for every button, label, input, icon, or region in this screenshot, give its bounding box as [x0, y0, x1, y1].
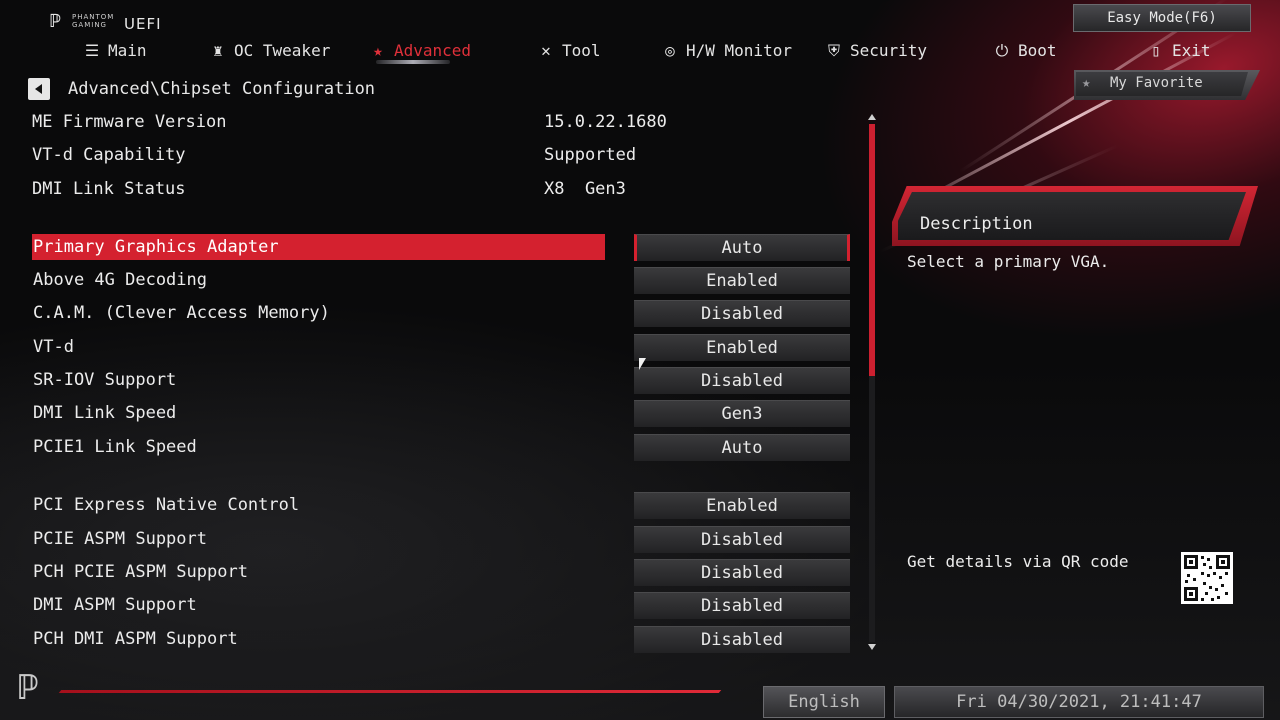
tab-tool-label: Tool — [562, 41, 601, 60]
tab-hw-monitor-label: H/W Monitor — [686, 41, 792, 60]
info-value: X8 Gen3 — [544, 179, 626, 199]
setting-row-pci-express-native-control[interactable]: PCI Express Native Control Enabled — [32, 492, 852, 520]
setting-label: C.A.M. (Clever Access Memory) — [33, 303, 330, 323]
setting-label: DMI Link Speed — [33, 403, 177, 423]
qr-code — [1181, 552, 1233, 604]
back-arrow-icon[interactable] — [28, 78, 50, 100]
footer-accent-line — [58, 690, 722, 693]
tab-tool[interactable]: ✕ Tool — [536, 38, 601, 64]
power-icon: ⏻ — [995, 41, 1009, 60]
tab-main[interactable]: ☰ Main — [82, 38, 147, 64]
logo-uefi: UEFI — [124, 15, 162, 33]
brand-logo: ℙ PHANTOM GAMING UEFI — [50, 10, 162, 34]
setting-value-dropdown[interactable]: Gen3 — [634, 400, 850, 427]
main-nav: ☰ Main ♜ OC Tweaker ★ Advanced ✕ Tool ◎ H/W M… — [0, 36, 1280, 66]
shield-icon: ⛨ — [827, 41, 840, 60]
setting-row-vt-d[interactable]: VT-d Enabled — [32, 334, 852, 362]
setting-label: VT-d — [33, 337, 74, 357]
logo-line-1: PHANTOM — [72, 13, 115, 21]
qr-code-icon — [1181, 552, 1233, 604]
setting-value-dropdown[interactable]: Disabled — [634, 626, 850, 653]
my-favorite-button[interactable]: ★ My Favorite — [1074, 70, 1260, 100]
setting-label: DMI ASPM Support — [33, 595, 197, 615]
setting-row-primary-graphics-adapter[interactable]: Primary Graphics Adapter Auto — [32, 234, 852, 262]
setting-value-dropdown[interactable]: Disabled — [634, 300, 850, 327]
tab-exit-label: Exit — [1172, 41, 1211, 60]
qr-caption: Get details via QR code — [907, 552, 1129, 571]
setting-row-above-4g-decoding[interactable]: Above 4G Decoding Enabled — [32, 267, 852, 295]
active-tab-indicator — [376, 60, 450, 64]
scroll-down-arrow-icon[interactable] — [868, 644, 876, 650]
rocket-icon: ♜ — [213, 41, 223, 60]
setting-value-dropdown[interactable]: Auto — [634, 434, 850, 461]
description-title: Description — [920, 214, 1033, 234]
easy-mode-button[interactable]: Easy Mode(F6) — [1073, 4, 1251, 32]
monitor-icon: ◎ — [665, 41, 675, 60]
info-label: DMI Link Status — [32, 179, 186, 199]
date-time-display: Fri 04/30/2021, 21:41:47 — [894, 686, 1264, 718]
my-favorite-label: My Favorite — [1110, 75, 1203, 91]
description-text: Select a primary VGA. — [907, 252, 1110, 271]
info-label: ME Firmware Version — [32, 112, 227, 132]
mouse-cursor-icon — [639, 358, 646, 370]
tab-main-label: Main — [108, 41, 147, 60]
setting-label: Primary Graphics Adapter — [32, 234, 605, 260]
info-value: 15.0.22.1680 — [544, 112, 667, 132]
favorite-star-icon: ★ — [1082, 75, 1091, 91]
setting-row-dmi-link-speed[interactable]: DMI Link Speed Gen3 — [32, 400, 852, 428]
setting-label: SR-IOV Support — [33, 370, 177, 390]
setting-row-dmi-aspm-support[interactable]: DMI ASPM Support Disabled — [32, 592, 852, 620]
tab-security[interactable]: ⛨ Security — [824, 38, 927, 64]
setting-label: PCH DMI ASPM Support — [33, 629, 238, 649]
description-panel: Description — [892, 186, 1258, 246]
setting-value-dropdown[interactable]: Disabled — [634, 526, 850, 553]
setting-row-pcie-aspm-support[interactable]: PCIE ASPM Support Disabled — [32, 526, 852, 554]
tab-security-label: Security — [850, 41, 928, 60]
language-button[interactable]: English — [763, 686, 885, 718]
tab-advanced-label: Advanced — [394, 41, 472, 60]
setting-row-pcie1-link-speed[interactable]: PCIE1 Link Speed Auto — [32, 434, 852, 462]
phantom-gaming-logo-icon: ℙ — [50, 11, 61, 32]
info-value: Supported — [544, 145, 637, 165]
setting-row-pch-pcie-aspm-support[interactable]: PCH PCIE ASPM Support Disabled — [32, 559, 852, 587]
setting-label: PCI Express Native Control — [33, 495, 300, 515]
setting-value-dropdown[interactable]: Enabled — [634, 492, 850, 519]
exit-icon: ▯ — [1151, 41, 1161, 60]
tab-oc-tweaker[interactable]: ♜ OC Tweaker — [208, 38, 330, 64]
setting-label: PCH PCIE ASPM Support — [33, 562, 248, 582]
scroll-up-arrow-icon[interactable] — [868, 114, 876, 120]
logo-line-2: GAMING — [72, 21, 107, 29]
scrollbar[interactable] — [866, 114, 878, 654]
setting-value-dropdown[interactable]: Enabled — [634, 267, 850, 294]
setting-value-dropdown[interactable]: Enabled — [634, 334, 850, 361]
setting-row-clever-access-memory[interactable]: C.A.M. (Clever Access Memory) Disabled — [32, 300, 852, 328]
phantom-gaming-footer-logo-icon: ℙ — [18, 668, 39, 708]
list-icon: ☰ — [84, 41, 100, 60]
tab-exit[interactable]: ▯ Exit — [1146, 38, 1211, 64]
tab-boot[interactable]: ⏻ Boot — [992, 38, 1057, 64]
setting-value-dropdown[interactable]: Disabled — [634, 559, 850, 586]
setting-label: PCIE ASPM Support — [33, 529, 207, 549]
tab-oc-tweaker-label: OC Tweaker — [234, 41, 331, 60]
setting-value-dropdown[interactable]: Disabled — [634, 592, 850, 619]
setting-row-pch-dmi-aspm-support[interactable]: PCH DMI ASPM Support Disabled — [32, 626, 852, 654]
tool-icon: ✕ — [541, 41, 551, 60]
setting-value-dropdown[interactable]: Auto — [634, 234, 850, 261]
setting-label: Above 4G Decoding — [33, 270, 207, 290]
tab-hw-monitor[interactable]: ◎ H/W Monitor — [660, 38, 792, 64]
breadcrumb-path: Advanced\Chipset Configuration — [68, 79, 376, 99]
tab-boot-label: Boot — [1018, 41, 1057, 60]
setting-label: PCIE1 Link Speed — [33, 437, 197, 457]
setting-row-sr-iov-support[interactable]: SR-IOV Support Disabled — [32, 367, 852, 395]
info-label: VT-d Capability — [32, 145, 186, 165]
setting-value-dropdown[interactable]: Disabled — [634, 367, 850, 394]
scroll-thumb[interactable] — [869, 124, 875, 376]
